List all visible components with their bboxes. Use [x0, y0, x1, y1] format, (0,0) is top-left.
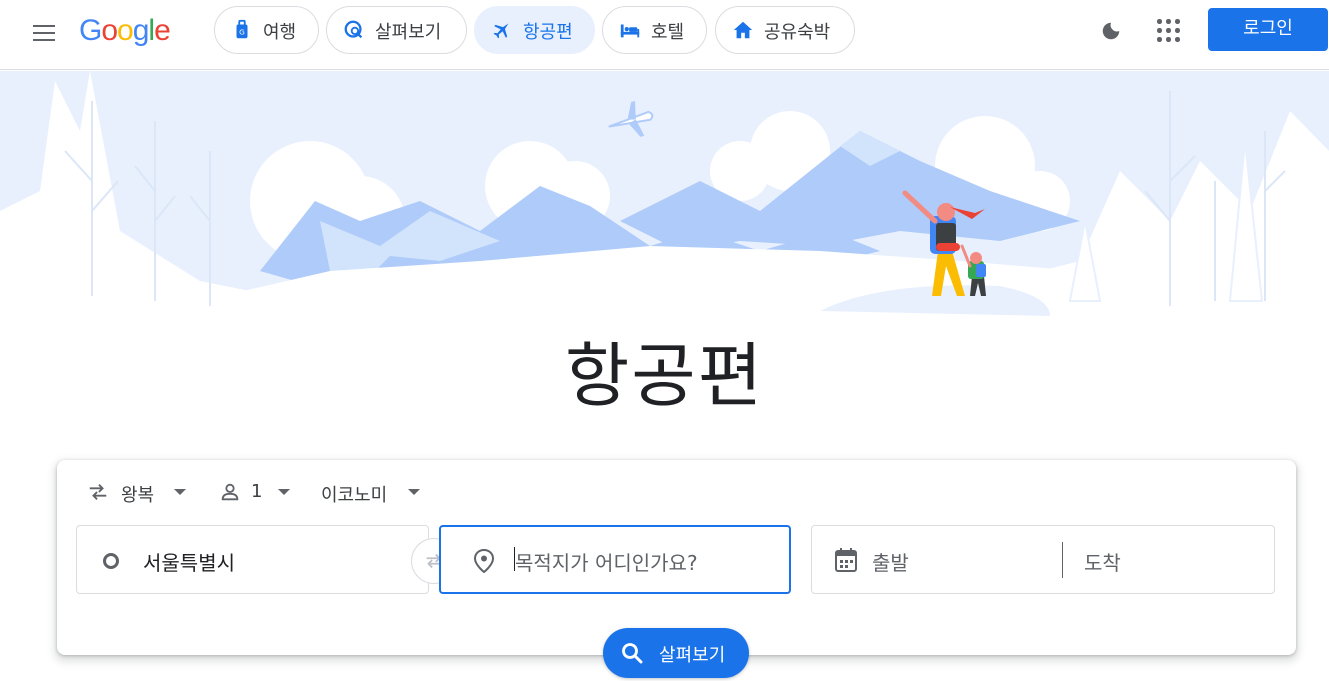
trip-type-value: 왕복	[121, 485, 155, 506]
flight-icon	[493, 23, 509, 39]
home-icon	[733, 21, 753, 39]
tab-label: 공유숙박	[764, 22, 831, 43]
login-button[interactable]: 로그인	[1208, 8, 1328, 51]
tab-label: 살펴보기	[375, 22, 442, 43]
departure-date-placeholder[interactable]: 출발	[872, 547, 909, 576]
chevron-down-icon	[408, 489, 420, 495]
hero-illustration	[0, 71, 1329, 331]
top-app-bar: Google G 여행 살펴보기 항공편 호텔 공유숙박 로그인	[0, 0, 1329, 70]
page-title: 항공편	[564, 335, 765, 417]
tab-label: 여행	[263, 22, 297, 43]
chevron-down-icon	[278, 489, 290, 495]
tab-hotels[interactable]: 호텔	[602, 6, 707, 54]
hotel-bed-icon	[620, 24, 640, 38]
destination-field[interactable]: 목적지가 어디인가요?	[439, 525, 791, 594]
google-logo[interactable]: Google	[79, 14, 171, 48]
calendar-icon	[835, 548, 857, 572]
main-menu-icon[interactable]	[30, 19, 58, 47]
search-button[interactable]: 살펴보기	[603, 628, 749, 678]
tab-travel[interactable]: G 여행	[214, 6, 319, 54]
explore-icon	[344, 20, 363, 39]
passenger-count: 1	[251, 481, 263, 502]
search-icon	[622, 643, 643, 664]
travel-bag-icon: G	[236, 19, 248, 39]
origin-value: 서울특별시	[143, 551, 235, 575]
person-icon	[221, 483, 239, 501]
origin-field[interactable]: 서울특별시	[76, 525, 429, 594]
origin-circle-icon	[103, 553, 119, 569]
date-range-field[interactable]: 출발 도착	[811, 525, 1275, 594]
tab-explore[interactable]: 살펴보기	[326, 6, 467, 54]
cabin-class-value: 이코노미	[321, 485, 388, 506]
flight-search-card: 왕복 1 이코노미 서울특별시 목적지가 어디인가요? 출발 도착	[57, 460, 1296, 655]
date-divider	[1062, 542, 1063, 578]
location-pin-icon	[473, 548, 495, 574]
tab-vacation-rentals[interactable]: 공유숙박	[715, 6, 855, 54]
cabin-class-select[interactable]: 이코노미	[321, 480, 423, 506]
svg-text:G: G	[239, 28, 245, 37]
chevron-down-icon	[174, 489, 186, 495]
dark-mode-icon[interactable]	[1100, 20, 1122, 42]
return-date-placeholder[interactable]: 도착	[1084, 547, 1121, 576]
passenger-select[interactable]: 1	[219, 480, 294, 504]
swap-horizontal-icon	[89, 484, 107, 500]
search-button-label: 살펴보기	[659, 645, 726, 666]
destination-placeholder: 목적지가 어디인가요?	[515, 551, 698, 575]
tab-label: 항공편	[523, 22, 573, 43]
trip-type-select[interactable]: 왕복	[87, 480, 191, 506]
apps-grid-icon[interactable]	[1156, 18, 1182, 44]
tab-flights[interactable]: 항공편	[474, 6, 595, 54]
tab-label: 호텔	[651, 22, 685, 43]
